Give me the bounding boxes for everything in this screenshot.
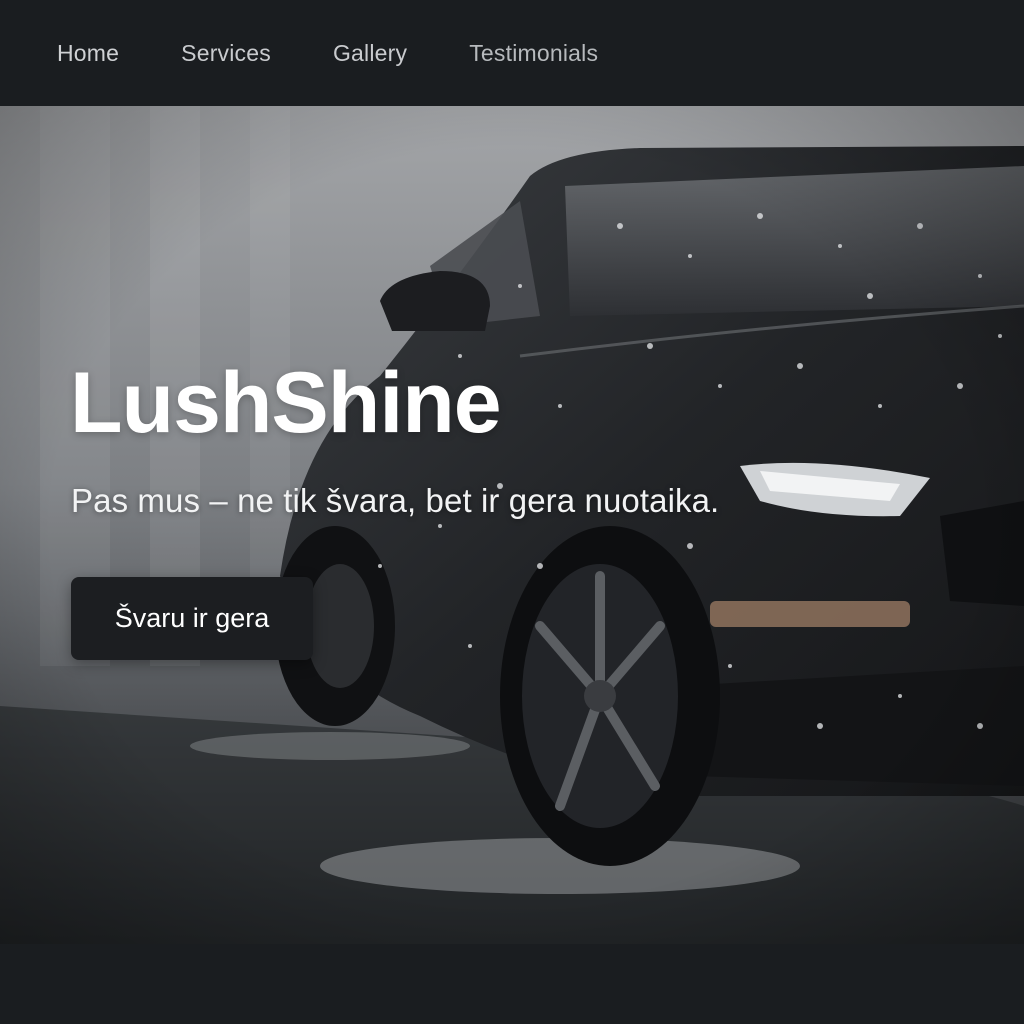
hero-title: LushShine	[70, 355, 502, 451]
hero-background-image	[0, 106, 1024, 944]
nav-link-testimonials[interactable]: Testimonials	[469, 40, 598, 67]
footer-bar	[0, 944, 1024, 1024]
cta-button[interactable]: Švaru ir gera	[71, 577, 313, 660]
nav-link-home[interactable]: Home	[57, 40, 119, 67]
nav-link-services[interactable]: Services	[181, 40, 271, 67]
hero-tagline: Pas mus – ne tik švara, bet ir gera nuot…	[71, 482, 720, 519]
nav-link-gallery[interactable]: Gallery	[333, 40, 407, 67]
top-navigation: Home Services Gallery Testimonials	[0, 0, 1024, 106]
hero-section: LushShine Pas mus – ne tik švara, bet ir…	[0, 106, 1024, 944]
page: Home Services Gallery Testimonials LushS…	[0, 0, 1024, 1024]
